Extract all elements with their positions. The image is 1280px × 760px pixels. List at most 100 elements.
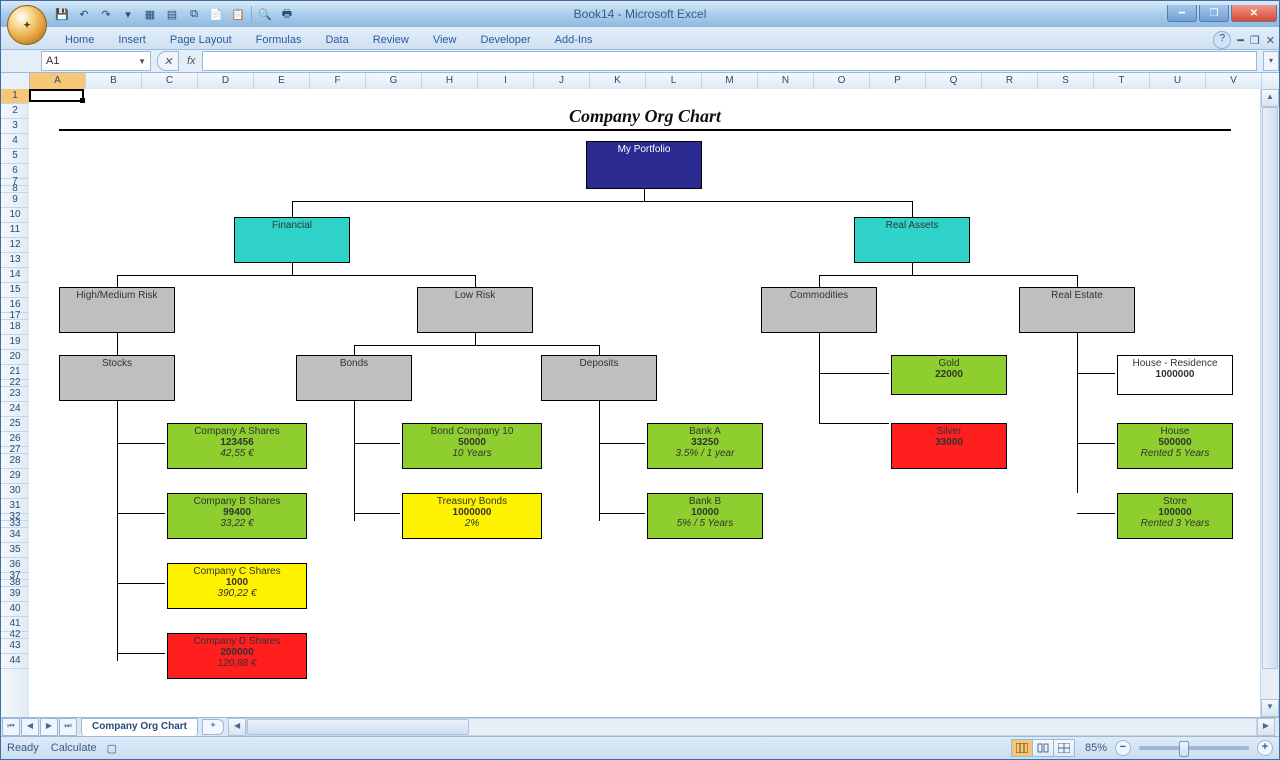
tab-data[interactable]: Data	[313, 31, 360, 49]
row-header-33[interactable]: 33	[1, 521, 29, 528]
tab-nav-next-icon[interactable]: ▶	[40, 718, 58, 736]
node-company-d[interactable]: Company D Shares200000120,88 €	[167, 633, 307, 679]
tab-nav-first-icon[interactable]: ⏮	[2, 718, 20, 736]
row-header-20[interactable]: 20	[1, 350, 29, 365]
col-header-V[interactable]: V	[1206, 73, 1262, 89]
row-header-1[interactable]: 1	[1, 89, 29, 104]
scroll-thumb[interactable]	[1262, 107, 1278, 669]
node-house[interactable]: House500000Rented 5 Years	[1117, 423, 1233, 469]
tab-developer[interactable]: Developer	[468, 31, 542, 49]
table-icon[interactable]: ▦	[141, 5, 159, 23]
save-icon[interactable]: 💾	[53, 5, 71, 23]
close-button[interactable]: ✕	[1231, 5, 1277, 22]
select-all-corner[interactable]	[1, 73, 30, 90]
undo-icon[interactable]: ↶	[75, 5, 93, 23]
col-header-A[interactable]: A	[30, 73, 86, 89]
row-header-9[interactable]: 9	[1, 193, 29, 208]
row-header-18[interactable]: 18	[1, 320, 29, 335]
row-header-43[interactable]: 43	[1, 639, 29, 654]
row-header-10[interactable]: 10	[1, 208, 29, 223]
node-root[interactable]: My Portfolio	[586, 141, 702, 189]
office-button[interactable]: ✦	[7, 5, 47, 45]
org-chart[interactable]: Company Org Chart	[59, 103, 1231, 137]
node-store[interactable]: Store100000Rented 3 Years	[1117, 493, 1233, 539]
view-page-layout-icon[interactable]	[1032, 739, 1054, 757]
node-treasury-bonds[interactable]: Treasury Bonds10000002%	[402, 493, 542, 539]
node-low-risk[interactable]: Low Risk	[417, 287, 533, 333]
col-header-D[interactable]: D	[198, 73, 254, 89]
node-gold[interactable]: Gold22000	[891, 355, 1007, 395]
node-bond-company-10[interactable]: Bond Company 105000010 Years	[402, 423, 542, 469]
node-real-estate[interactable]: Real Estate	[1019, 287, 1135, 333]
row-header-35[interactable]: 35	[1, 543, 29, 558]
name-box[interactable]: A1 ▼	[41, 51, 151, 71]
hscroll-thumb[interactable]	[247, 719, 469, 735]
help-icon[interactable]: ?	[1213, 31, 1231, 49]
row-header-19[interactable]: 19	[1, 335, 29, 350]
col-header-M[interactable]: M	[702, 73, 758, 89]
worksheet-grid[interactable]: ABCDEFGHIJKLMNOPQRSTUV 12345678910111213…	[1, 73, 1279, 717]
node-silver[interactable]: Silver33000	[891, 423, 1007, 469]
col-header-H[interactable]: H	[422, 73, 478, 89]
maximize-button[interactable]: ❐	[1199, 5, 1229, 22]
col-header-G[interactable]: G	[366, 73, 422, 89]
row-header-2[interactable]: 2	[1, 104, 29, 119]
zoom-slider[interactable]	[1139, 746, 1249, 750]
node-stocks[interactable]: Stocks	[59, 355, 175, 401]
tab-formulas[interactable]: Formulas	[244, 31, 314, 49]
row-header-17[interactable]: 17	[1, 313, 29, 320]
col-header-O[interactable]: O	[814, 73, 870, 89]
row-header-40[interactable]: 40	[1, 602, 29, 617]
ribbon-minimize-icon[interactable]: ━	[1237, 34, 1244, 47]
expand-formula-bar-icon[interactable]: ▾	[1263, 51, 1279, 71]
paste-icon[interactable]: 📋	[229, 5, 247, 23]
tab-nav-last-icon[interactable]: ⏭	[59, 718, 77, 736]
tab-page-layout[interactable]: Page Layout	[158, 31, 244, 49]
minimize-button[interactable]: ━	[1167, 5, 1197, 22]
row-header-11[interactable]: 11	[1, 223, 29, 238]
row-header-13[interactable]: 13	[1, 253, 29, 268]
row-header-34[interactable]: 34	[1, 528, 29, 543]
col-header-K[interactable]: K	[590, 73, 646, 89]
grid-icon[interactable]: ▤	[163, 5, 181, 23]
row-header-4[interactable]: 4	[1, 134, 29, 149]
row-header-15[interactable]: 15	[1, 283, 29, 298]
sheet-area[interactable]: Company Org Chart	[29, 89, 1261, 717]
macro-record-icon[interactable]: ▢	[107, 742, 117, 755]
tab-home[interactable]: Home	[53, 31, 106, 49]
col-header-B[interactable]: B	[86, 73, 142, 89]
node-bank-a[interactable]: Bank A332503.5% / 1 year	[647, 423, 763, 469]
col-header-F[interactable]: F	[310, 73, 366, 89]
workbook-close-icon[interactable]: ✕	[1266, 34, 1275, 47]
cancel-formula-icon[interactable]: ✕	[157, 51, 179, 71]
zoom-in-icon[interactable]: +	[1257, 740, 1273, 756]
col-header-U[interactable]: U	[1150, 73, 1206, 89]
col-header-E[interactable]: E	[254, 73, 310, 89]
row-header-24[interactable]: 24	[1, 402, 29, 417]
col-header-P[interactable]: P	[870, 73, 926, 89]
row-header-30[interactable]: 30	[1, 484, 29, 499]
row-header-28[interactable]: 28	[1, 454, 29, 469]
node-bonds[interactable]: Bonds	[296, 355, 412, 401]
horizontal-scrollbar[interactable]: ◀ ▶	[228, 719, 1275, 735]
node-commodities[interactable]: Commodities	[761, 287, 877, 333]
row-header-38[interactable]: 38	[1, 580, 29, 587]
row-header-25[interactable]: 25	[1, 417, 29, 432]
row-header-29[interactable]: 29	[1, 469, 29, 484]
col-header-N[interactable]: N	[758, 73, 814, 89]
name-box-dropdown-icon[interactable]: ▼	[138, 57, 146, 66]
node-deposits[interactable]: Deposits	[541, 355, 657, 401]
fx-icon[interactable]: fx	[187, 55, 196, 67]
node-high-medium-risk[interactable]: High/Medium Risk	[59, 287, 175, 333]
find-icon[interactable]: 🔍	[256, 5, 274, 23]
scroll-down-icon[interactable]: ▼	[1261, 699, 1279, 717]
tab-nav-prev-icon[interactable]: ◀	[21, 718, 39, 736]
row-header-23[interactable]: 23	[1, 387, 29, 402]
row-header-39[interactable]: 39	[1, 587, 29, 602]
scroll-left-icon[interactable]: ◀	[228, 718, 246, 736]
redo-icon[interactable]: ↷	[97, 5, 115, 23]
row-header-14[interactable]: 14	[1, 268, 29, 283]
node-bank-b[interactable]: Bank B100005% / 5 Years	[647, 493, 763, 539]
row-header-12[interactable]: 12	[1, 238, 29, 253]
col-header-R[interactable]: R	[982, 73, 1038, 89]
